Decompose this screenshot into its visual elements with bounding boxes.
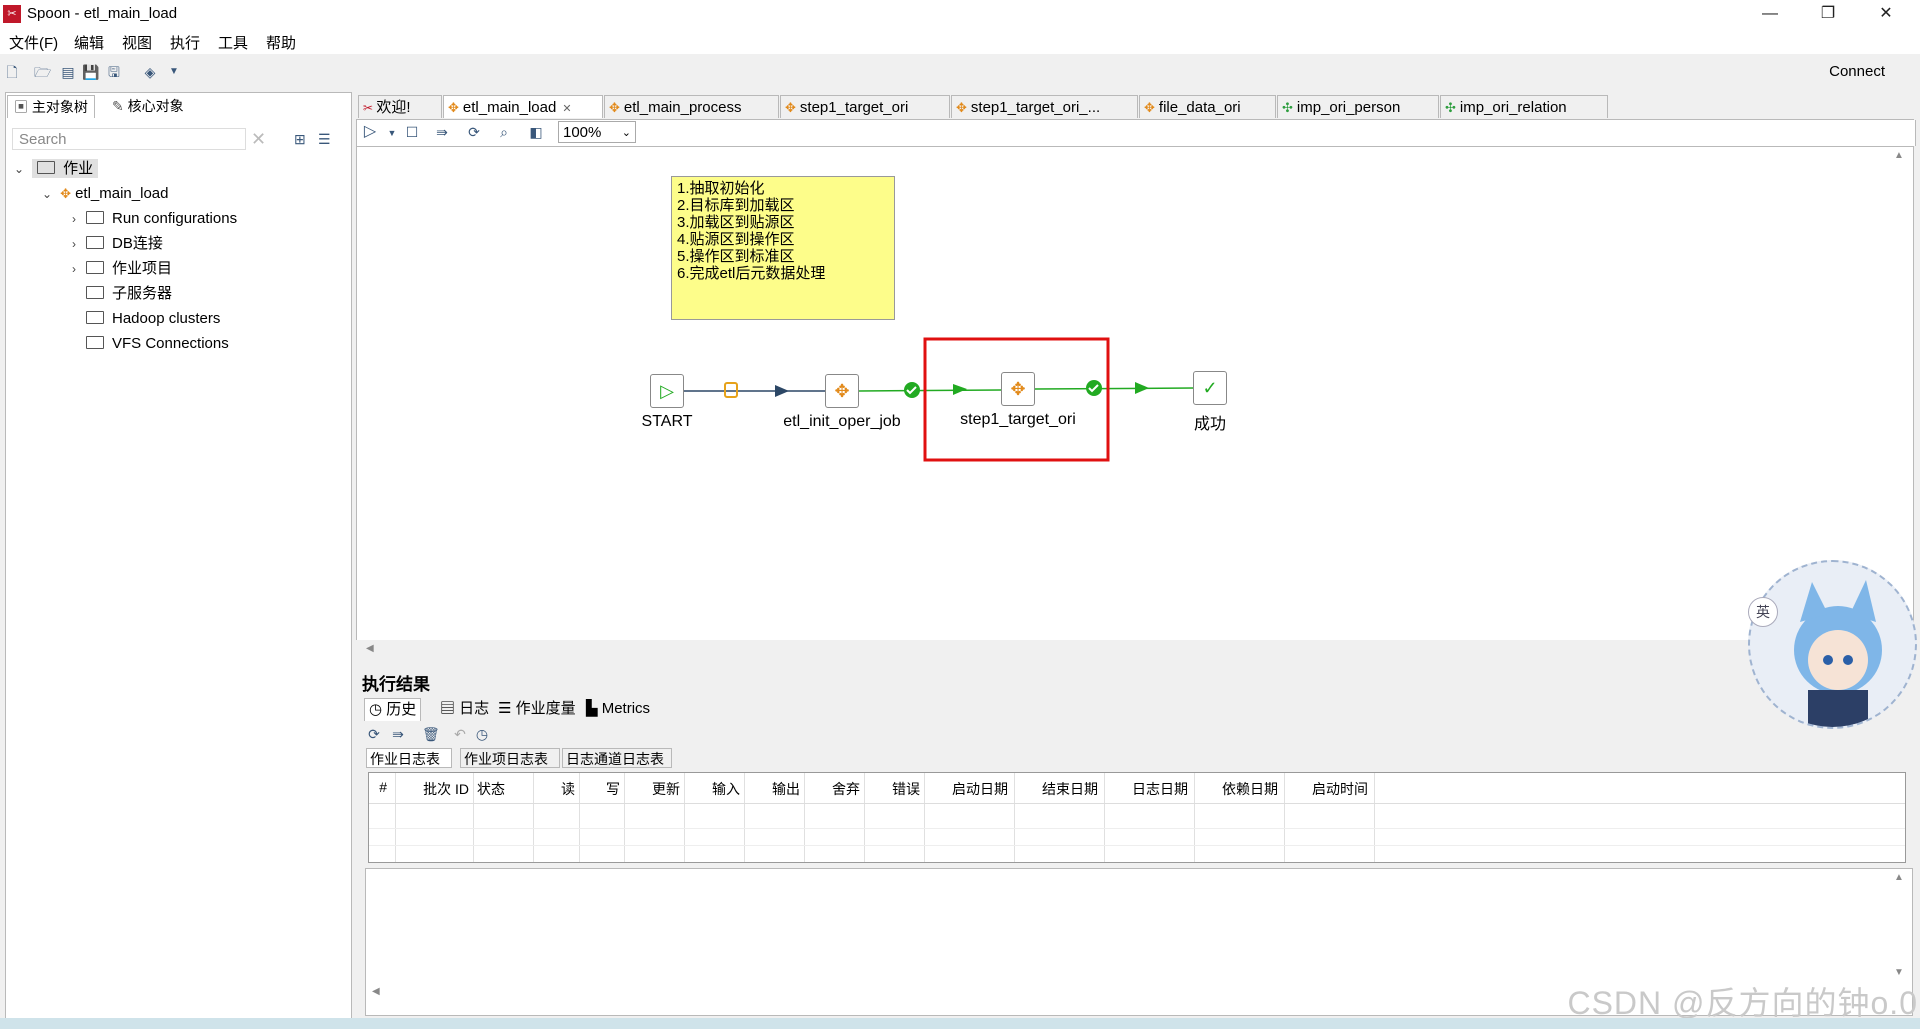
column-divider [804, 773, 805, 862]
column-header[interactable]: 更新 [628, 779, 680, 799]
column-header[interactable]: 启动时间 [1288, 779, 1368, 799]
column-header[interactable]: # [369, 779, 387, 799]
chart-icon: ▙ [586, 700, 602, 717]
column-header[interactable]: 错误 [868, 779, 920, 799]
job-icon: ✥ [834, 381, 850, 401]
column-divider [864, 773, 865, 862]
history-icon: ◷ [369, 701, 387, 718]
tab-job-metrics[interactable]: ☰ 作业度量 [494, 698, 580, 720]
undo-icon[interactable]: ↶ [452, 726, 468, 742]
row-divider [369, 803, 1905, 804]
subtab-job-log-table[interactable]: 作业日志表 [366, 748, 452, 768]
refresh-icon[interactable]: ⟳ [366, 726, 382, 742]
hop-init-to-step1 [858, 389, 1002, 392]
hop-arrowhead [775, 385, 789, 397]
job-entry-node[interactable]: ✥ [825, 374, 859, 408]
column-divider [473, 773, 474, 862]
node-label-init: etl_init_oper_job [783, 413, 901, 430]
row-divider [369, 845, 1905, 846]
trash-icon[interactable]: 🗑 [422, 726, 440, 742]
column-header[interactable]: 输入 [688, 779, 740, 799]
log-table: # 批次 ID 状态 读 写 更新 输入 输出 舍弃 错误 启动日期 结束日期 … [368, 772, 1906, 863]
hop-arrowhead [1135, 382, 1149, 394]
row-divider [369, 828, 1905, 829]
column-header[interactable]: 写 [583, 779, 620, 799]
column-header[interactable]: 启动日期 [928, 779, 1008, 799]
column-divider [1284, 773, 1285, 862]
results-title: 执行结果 [362, 675, 430, 694]
tab-label: 作业度量 [515, 700, 576, 717]
start-icon: ▷ [660, 381, 674, 401]
tab-label: 历史 [386, 701, 417, 718]
metrics-list-icon: ☰ [498, 700, 516, 717]
column-divider [1194, 773, 1195, 862]
column-divider [684, 773, 685, 862]
column-header[interactable]: 依赖日期 [1198, 779, 1278, 799]
column-divider [924, 773, 925, 862]
avatar-illustration [1794, 580, 1882, 727]
column-header[interactable]: 结束日期 [1018, 779, 1098, 799]
column-divider [533, 773, 534, 862]
hop-arrowhead [953, 384, 967, 395]
tab-log[interactable]: ▤ 日志 [436, 698, 493, 720]
success-node[interactable]: ✓ [1193, 371, 1227, 405]
column-header[interactable]: 舍弃 [808, 779, 860, 799]
column-header[interactable]: 读 [537, 779, 575, 799]
lock-icon [724, 382, 738, 398]
start-node[interactable]: ▷ [650, 374, 684, 408]
column-divider [1014, 773, 1015, 862]
ime-badge[interactable]: 英 [1748, 597, 1778, 627]
column-divider [579, 773, 580, 862]
scroll-left-icon[interactable]: ◀ [372, 986, 380, 997]
tab-metrics[interactable]: ▙ Metrics [582, 698, 654, 720]
scroll-left-icon[interactable]: ◀ [366, 643, 374, 654]
subtab-job-entry-log-table[interactable]: 作业项日志表 [460, 748, 560, 768]
avatar [1748, 560, 1917, 729]
hop-step1-to-success [1034, 387, 1195, 390]
column-divider [744, 773, 745, 862]
column-header[interactable]: 状态 [477, 779, 513, 799]
column-divider [395, 773, 396, 862]
column-divider [1374, 773, 1375, 862]
log-icon: ▤ [440, 700, 460, 717]
taskbar-strip [0, 1018, 1920, 1029]
job-entry-node-selected[interactable]: ✥ [1001, 372, 1035, 406]
replay-icon[interactable]: ⇛ [390, 726, 406, 742]
tab-label: Metrics [601, 700, 651, 717]
canvas-horizontal-scrollbar[interactable] [356, 640, 1914, 658]
tab-label: 日志 [459, 700, 490, 717]
subtab-log-channel-table[interactable]: 日志通道日志表 [562, 748, 672, 768]
scroll-down-icon[interactable]: ▼ [1894, 967, 1904, 978]
column-divider [1104, 773, 1105, 862]
node-label-success: 成功 [1193, 416, 1226, 433]
checkmark-icon: ✓ [1202, 378, 1218, 398]
column-header[interactable]: 日志日期 [1108, 779, 1188, 799]
job-icon: ✥ [1010, 379, 1026, 399]
tab-history[interactable]: ◷ 历史 [364, 698, 422, 721]
scroll-up-icon[interactable]: ▲ [1894, 872, 1904, 883]
column-header[interactable]: 输出 [748, 779, 800, 799]
column-divider [624, 773, 625, 862]
node-label-step1: step1_target_ori [960, 411, 1076, 428]
node-label-start: START [641, 413, 693, 430]
history-icon[interactable]: ◷ [474, 726, 490, 742]
column-header[interactable]: 批次 ID [399, 779, 469, 799]
